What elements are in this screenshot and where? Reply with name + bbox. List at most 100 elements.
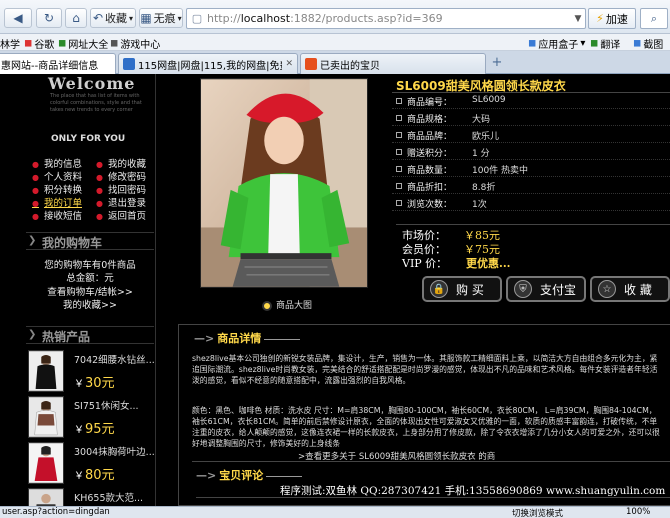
link-my-info[interactable]: ● 我的信息 xyxy=(32,156,82,170)
link-logout[interactable]: ● 退出登录 xyxy=(96,195,146,209)
new-tab-button[interactable]: + xyxy=(488,55,506,71)
hot-item[interactable]: KH655款大范... xyxy=(28,488,156,506)
link-my-orders[interactable]: ● 我的订单 xyxy=(32,195,82,209)
favorite-button[interactable]: ☆ 收 藏 xyxy=(590,276,670,302)
bookmark-item[interactable]: ◼ 应用盒子 ▾ xyxy=(528,36,585,51)
checkbox-icon xyxy=(396,166,402,172)
status-url: user.asp?action=dingdan xyxy=(2,507,110,517)
nopic-button[interactable]: ▦ 无痕 ▾ xyxy=(139,8,183,28)
zoom-level[interactable]: 100% xyxy=(626,507,650,517)
close-tab-icon[interactable]: ✕ xyxy=(285,59,293,69)
google-icon: ◼ xyxy=(24,38,33,49)
bookmark-item[interactable]: ◼ 网址大全 xyxy=(58,36,108,51)
link-points[interactable]: ● 积分转换 xyxy=(32,182,82,196)
price-box: 市场价： ￥85元 会员价： ￥75元 VIP 价： 更优惠... xyxy=(396,224,670,270)
link-home[interactable]: ● 返回首页 xyxy=(96,208,146,222)
apps-icon: ◼ xyxy=(528,38,537,49)
browser-toolbar: ◀ ↻ ⌂ ↶ 收藏 ▾ ▦ 无痕 ▾ ▢ http://localhost:1882/… xyxy=(0,0,670,34)
vip-price-row: VIP 价： 更优惠... xyxy=(402,257,511,270)
chevron-down-icon: ▾ xyxy=(177,13,182,23)
bookmark-item[interactable]: ◼ 谷歌 xyxy=(24,36,54,51)
product-info-table: 商品编号： SL6009 商品规格： 大码 商品品牌： 欧乐儿 赠送积分： 1 分 商品… xyxy=(392,92,670,224)
checkbox-icon xyxy=(396,149,402,155)
hot-item-thumbnail[interactable] xyxy=(28,442,64,484)
bullet-icon: ● xyxy=(32,160,39,169)
hot-item-thumbnail[interactable] xyxy=(28,488,64,506)
hot-item-thumbnail[interactable] xyxy=(28,350,64,392)
cart-section-header: ❯ 我的购物车 xyxy=(26,232,154,250)
search-button[interactable]: ⌕ xyxy=(640,8,668,29)
tab-sold-items[interactable]: 已卖出的宝贝 xyxy=(300,53,486,74)
hot-item-thumbnail[interactable] xyxy=(28,396,64,438)
hot-item[interactable]: SI751休闲女... ￥95元 xyxy=(28,396,156,440)
hot-item[interactable]: 3004抹胸荷叶边... ￥80元 xyxy=(28,442,156,486)
big-picture-link[interactable]: 商品大图 xyxy=(262,298,312,311)
tab-product-detail[interactable]: 惠网站--商品详细信息 xyxy=(0,53,116,74)
bullet-icon: ● xyxy=(96,173,103,182)
refresh-icon: ↻ xyxy=(43,11,55,25)
bullet-icon: ● xyxy=(96,186,103,195)
bullet-icon: ● xyxy=(96,160,103,169)
hot-products-header: ❯ 热销产品 xyxy=(26,326,154,344)
welcome-tagline: The place that has list of items with co… xyxy=(50,93,142,113)
address-bar[interactable]: ▢ http://localhost:1882/products.asp?id=… xyxy=(186,8,586,29)
info-row: 商品品牌： 欧乐儿 xyxy=(392,127,670,143)
bullet-icon: ● xyxy=(96,212,103,221)
bookmark-item[interactable]: 林学 xyxy=(0,36,20,51)
undo-icon: ↶ xyxy=(92,11,104,25)
info-row: 商品规格： 大码 xyxy=(392,110,670,126)
link-change-password[interactable]: ● 修改密码 xyxy=(96,169,146,183)
product-image[interactable] xyxy=(200,78,368,288)
page-icon: ▢ xyxy=(191,12,203,25)
bullet-icon: ● xyxy=(32,173,39,182)
info-row: 浏览次数： 1次 xyxy=(392,195,670,211)
link-profile[interactable]: ● 个人资料 xyxy=(32,169,82,183)
browser-chrome: ◀ ↻ ⌂ ↶ 收藏 ▾ ▦ 无痕 ▾ ▢ http://localhost:1882/… xyxy=(0,0,670,74)
lock-icon: 🔒 xyxy=(430,280,448,298)
refresh-button[interactable]: ↻ xyxy=(36,8,62,28)
arrow-right-icon: ❯ xyxy=(28,235,37,246)
link-messages[interactable]: ● 接收短信 xyxy=(32,208,82,222)
bookmark-item[interactable]: ◼ 截图 xyxy=(633,36,663,51)
view-cart-link[interactable]: 查看购物车/结帐>> xyxy=(28,284,152,298)
favorites-button[interactable]: ↶ 收藏 ▾ xyxy=(90,8,136,28)
back-button[interactable]: ◀ xyxy=(4,8,32,28)
home-button[interactable]: ⌂ xyxy=(65,8,87,28)
address-url[interactable]: http://localhost:1882/products.asp?id=36… xyxy=(207,12,571,25)
arrow-right-icon: ❯ xyxy=(28,329,37,340)
checkbox-icon xyxy=(396,200,402,206)
translate-icon: ◼ xyxy=(590,38,599,49)
cart-count: 您的购物车有0件商品 xyxy=(44,260,136,271)
details-heading: —> 商品详情 xyxy=(194,330,301,346)
chevron-down-icon: ▾ xyxy=(129,13,134,23)
bookmark-item[interactable]: ◼ 翻译 xyxy=(590,36,620,51)
info-row: 商品数量： 100件 热卖中 xyxy=(392,161,670,177)
hot-item[interactable]: 7042细腰水钻丝... ￥30元 xyxy=(28,350,156,394)
only-for-you-label: ONLY FOR YOU xyxy=(51,134,126,144)
grid-icon: ▦ xyxy=(140,11,152,25)
address-dropdown-icon[interactable]: ▼ xyxy=(571,14,585,24)
checkbox-icon xyxy=(396,115,402,121)
details-spec: 颜色：黑色、咖啡色 材质：洗水皮 尺寸：M=肩38CM，胸围80-100CM，袖… xyxy=(192,406,660,448)
my-favorites-link[interactable]: 我的收藏>> xyxy=(28,297,152,311)
home-icon: ⌂ xyxy=(72,11,80,25)
115-icon xyxy=(123,58,135,70)
link-recover-password[interactable]: ● 找回密码 xyxy=(96,182,146,196)
checkbox-icon xyxy=(396,98,402,104)
link-my-favorites[interactable]: ● 我的收藏 xyxy=(96,156,146,170)
info-row: 赠送积分： 1 分 xyxy=(392,144,670,160)
zoom-icon xyxy=(262,300,272,311)
switch-mode-button[interactable]: 切换浏览模式 xyxy=(512,507,563,518)
bookmarks-bar: 林学 ◼ 谷歌 ◼ 网址大全 ◼ 游戏中心 ◼ 应用盒子 ▾ ◼ 翻译 ◼ 截图 xyxy=(0,34,670,51)
speed-button[interactable]: ⚡ 加速 xyxy=(588,8,636,29)
site-icon: ◼ xyxy=(58,38,67,49)
bullet-icon: ● xyxy=(96,199,103,208)
back-arrow-icon: ◀ xyxy=(13,11,23,25)
alipay-button[interactable]: ⛨ 支付宝 xyxy=(506,276,586,302)
buy-button[interactable]: 🔒 购 买 xyxy=(422,276,502,302)
bookmark-item[interactable]: ◼ 游戏中心 xyxy=(110,36,160,51)
game-icon: ◼ xyxy=(110,38,119,49)
tab-115-netdisk[interactable]: 115网盘|网盘|115,我的网盘|免费网... ✕ xyxy=(118,53,298,74)
left-sidebar: Welcome The place that has list of items… xyxy=(18,74,156,506)
checkbox-icon xyxy=(396,132,402,138)
